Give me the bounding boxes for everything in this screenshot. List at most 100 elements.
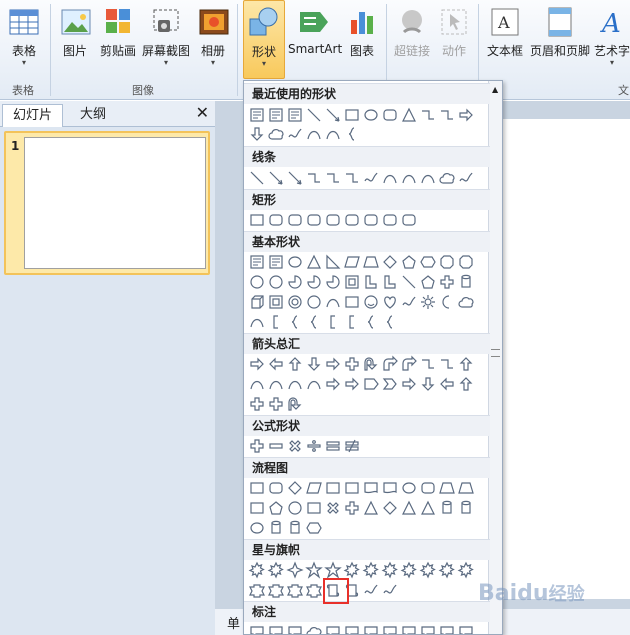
donut-shape-icon[interactable] bbox=[286, 293, 304, 311]
trap-shape-icon[interactable] bbox=[438, 479, 456, 497]
line-shape-icon[interactable] bbox=[400, 273, 418, 291]
bracket-shape-icon[interactable] bbox=[267, 313, 285, 331]
ribbon-shape-icon[interactable] bbox=[267, 581, 285, 599]
rarrow-shape-icon[interactable] bbox=[324, 355, 342, 373]
oval-shape-icon[interactable] bbox=[400, 479, 418, 497]
wordart-button[interactable]: A 艺术字 ▾ bbox=[594, 0, 630, 78]
cross-shape-icon[interactable] bbox=[438, 273, 456, 291]
curve-shape-icon[interactable] bbox=[381, 169, 399, 187]
circle-shape-icon[interactable] bbox=[267, 273, 285, 291]
rrect-shape-icon[interactable] bbox=[286, 211, 304, 229]
tri-shape-icon[interactable] bbox=[305, 253, 323, 271]
hyperlink-button[interactable]: 超链接 bbox=[390, 0, 434, 78]
cross-shape-icon[interactable] bbox=[343, 499, 361, 517]
shapes-button[interactable]: 形状 ▾ bbox=[243, 0, 285, 79]
frame-shape-icon[interactable] bbox=[267, 293, 285, 311]
pentarrow-shape-icon[interactable] bbox=[362, 375, 380, 393]
rarrow-shape-icon[interactable] bbox=[324, 375, 342, 393]
cross-shape-icon[interactable] bbox=[267, 395, 285, 413]
doc-shape-icon[interactable] bbox=[362, 479, 380, 497]
callout-shape-icon[interactable] bbox=[457, 623, 475, 635]
rtri-shape-icon[interactable] bbox=[324, 253, 342, 271]
rarrow-shape-icon[interactable] bbox=[248, 355, 266, 373]
lshape-shape-icon[interactable] bbox=[381, 273, 399, 291]
rrect-shape-icon[interactable] bbox=[381, 211, 399, 229]
darrow-shape-icon[interactable] bbox=[248, 125, 266, 143]
trap-shape-icon[interactable] bbox=[362, 253, 380, 271]
line-shape-icon[interactable] bbox=[248, 169, 266, 187]
star5-shape-icon[interactable] bbox=[305, 561, 323, 579]
burst-shape-icon[interactable] bbox=[419, 561, 437, 579]
burst-shape-icon[interactable] bbox=[362, 561, 380, 579]
curve-shape-icon[interactable] bbox=[305, 125, 323, 143]
plus-shape-icon[interactable] bbox=[248, 437, 266, 455]
hex-shape-icon[interactable] bbox=[305, 519, 323, 537]
circle-shape-icon[interactable] bbox=[248, 273, 266, 291]
ribbon-shape-icon[interactable] bbox=[286, 581, 304, 599]
rect-shape-icon[interactable] bbox=[248, 499, 266, 517]
burst-shape-icon[interactable] bbox=[267, 561, 285, 579]
cross-shape-icon[interactable] bbox=[343, 355, 361, 373]
diamond-shape-icon[interactable] bbox=[286, 479, 304, 497]
curve-shape-icon[interactable] bbox=[305, 375, 323, 393]
cloud-shape-icon[interactable] bbox=[267, 125, 285, 143]
callout-shape-icon[interactable] bbox=[248, 623, 266, 635]
hex-shape-icon[interactable] bbox=[419, 253, 437, 271]
wave-shape-icon[interactable] bbox=[457, 169, 475, 187]
burst-shape-icon[interactable] bbox=[457, 561, 475, 579]
elbow-shape-icon[interactable] bbox=[438, 106, 456, 124]
textbox-button[interactable]: A 文本框 bbox=[484, 0, 526, 78]
bend-shape-icon[interactable] bbox=[400, 355, 418, 373]
brace-shape-icon[interactable] bbox=[343, 125, 361, 143]
gallery-scrollbar[interactable]: ▲ bbox=[488, 81, 502, 634]
smile-shape-icon[interactable] bbox=[362, 293, 380, 311]
rect-shape-icon[interactable] bbox=[343, 479, 361, 497]
divide-shape-icon[interactable] bbox=[305, 437, 323, 455]
wave-shape-icon[interactable] bbox=[381, 581, 399, 599]
doc-shape-icon[interactable] bbox=[381, 479, 399, 497]
rarrow-shape-icon[interactable] bbox=[343, 375, 361, 393]
curve-shape-icon[interactable] bbox=[400, 169, 418, 187]
rrect-shape-icon[interactable] bbox=[324, 211, 342, 229]
rrect-shape-icon[interactable] bbox=[267, 479, 285, 497]
scroll-grip-icon[interactable] bbox=[491, 349, 500, 357]
minus-shape-icon[interactable] bbox=[267, 437, 285, 455]
uarrow-shape-icon[interactable] bbox=[457, 375, 475, 393]
can-shape-icon[interactable] bbox=[457, 273, 475, 291]
can-shape-icon[interactable] bbox=[438, 499, 456, 517]
close-icon[interactable]: ✕ bbox=[196, 103, 209, 122]
curve-shape-icon[interactable] bbox=[286, 375, 304, 393]
cloud-shape-icon[interactable] bbox=[457, 293, 475, 311]
diamond-shape-icon[interactable] bbox=[381, 499, 399, 517]
elbow-shape-icon[interactable] bbox=[419, 355, 437, 373]
callout-shape-icon[interactable] bbox=[362, 623, 380, 635]
sun-shape-icon[interactable] bbox=[419, 293, 437, 311]
rect-shape-icon[interactable] bbox=[248, 211, 266, 229]
uarrow-shape-icon[interactable] bbox=[457, 355, 475, 373]
can-shape-icon[interactable] bbox=[267, 519, 285, 537]
pent-shape-icon[interactable] bbox=[267, 499, 285, 517]
rrect-shape-icon[interactable] bbox=[305, 211, 323, 229]
rect-shape-icon[interactable] bbox=[305, 499, 323, 517]
burst-shape-icon[interactable] bbox=[343, 561, 361, 579]
callout-shape-icon[interactable] bbox=[438, 623, 456, 635]
tri-shape-icon[interactable] bbox=[400, 106, 418, 124]
callout-shape-icon[interactable] bbox=[400, 623, 418, 635]
rrect-shape-icon[interactable] bbox=[381, 106, 399, 124]
arrowline-shape-icon[interactable] bbox=[267, 169, 285, 187]
noteq-shape-icon[interactable] bbox=[343, 437, 361, 455]
scroll-up-icon[interactable]: ▲ bbox=[492, 85, 498, 94]
oval-shape-icon[interactable] bbox=[286, 253, 304, 271]
tri-shape-icon[interactable] bbox=[362, 499, 380, 517]
wave-shape-icon[interactable] bbox=[362, 169, 380, 187]
wave-shape-icon[interactable] bbox=[400, 293, 418, 311]
para-shape-icon[interactable] bbox=[343, 253, 361, 271]
curve-shape-icon[interactable] bbox=[324, 125, 342, 143]
wave-shape-icon[interactable] bbox=[362, 581, 380, 599]
mult-shape-icon[interactable] bbox=[286, 437, 304, 455]
burst-shape-icon[interactable] bbox=[400, 561, 418, 579]
arrowline-shape-icon[interactable] bbox=[286, 169, 304, 187]
circle-shape-icon[interactable] bbox=[305, 293, 323, 311]
tri-shape-icon[interactable] bbox=[400, 499, 418, 517]
pent-shape-icon[interactable] bbox=[400, 253, 418, 271]
